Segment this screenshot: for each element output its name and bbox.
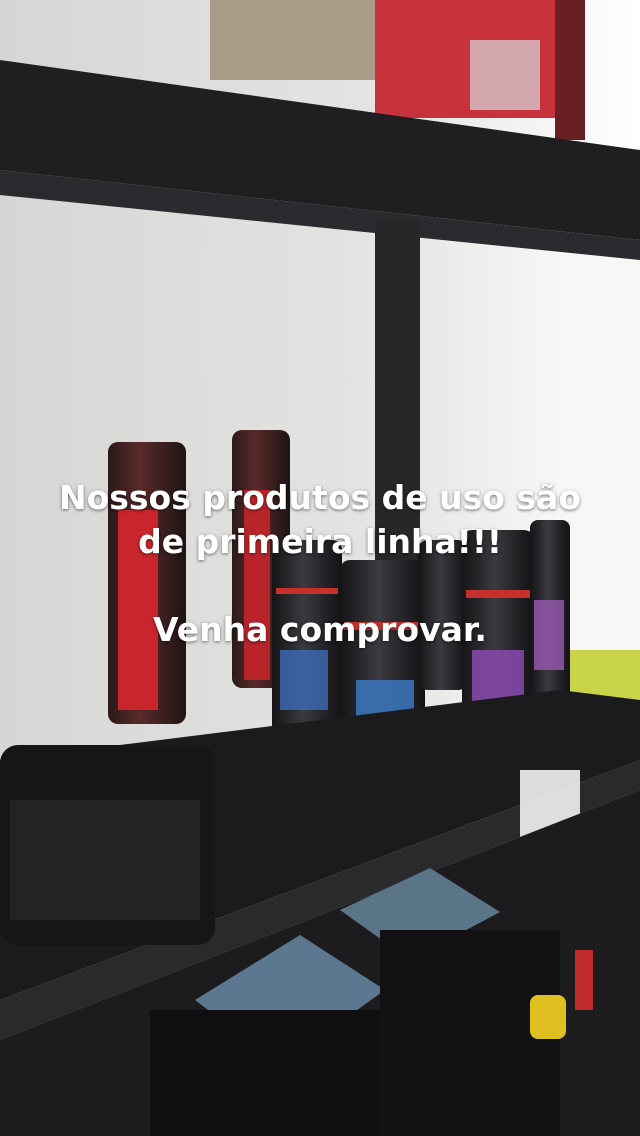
caption-line-1: Nossos produtos de uso são [58,478,581,517]
caption-line-2: de primeira linha!!! [138,522,502,561]
story-photo: Nossos produtos de uso são de primeira l… [0,0,640,1136]
caption-line-3: Venha comprovar. [153,610,487,649]
story-caption: Nossos produtos de uso são de primeira l… [0,476,640,652]
